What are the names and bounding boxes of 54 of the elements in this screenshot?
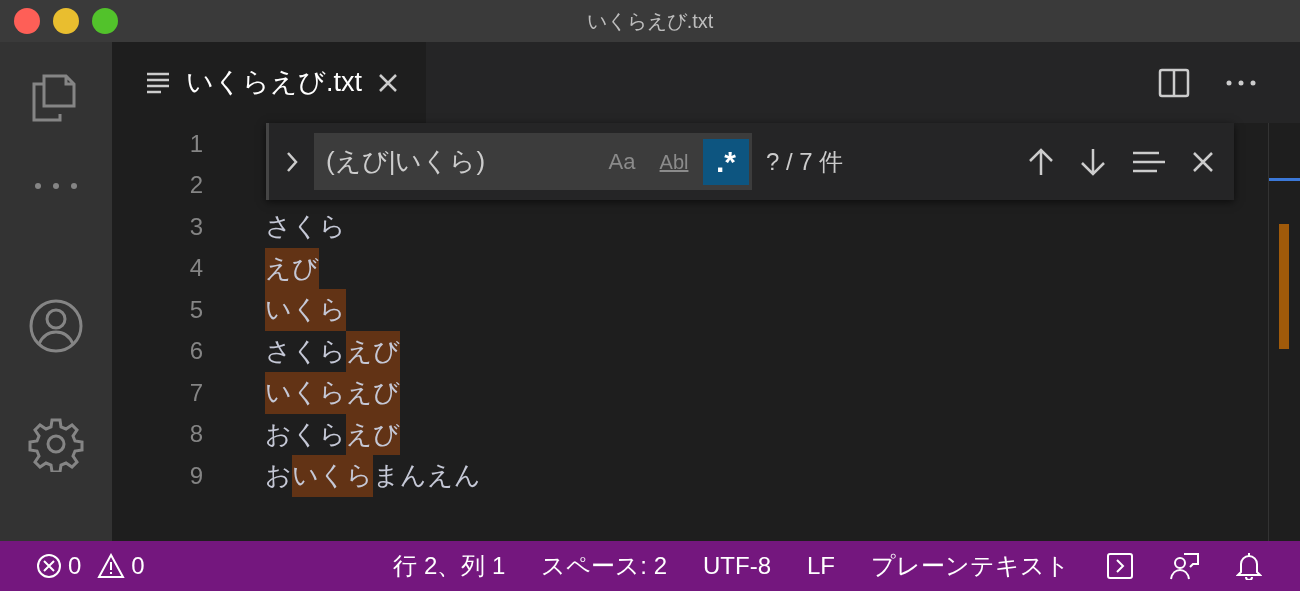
- warning-count: 0: [131, 551, 145, 581]
- match-highlight: えび: [265, 247, 319, 289]
- arrow-down-icon[interactable]: [1080, 147, 1106, 176]
- close-window-button[interactable]: [14, 8, 40, 34]
- line-number: 1: [188, 128, 203, 159]
- code-text: お: [265, 459, 292, 493]
- match-highlight: えび: [346, 413, 400, 455]
- line-number: 6: [188, 336, 203, 367]
- line-number: 9: [188, 460, 203, 491]
- match-highlight: えび: [346, 330, 400, 372]
- code-text: さくら: [265, 210, 346, 244]
- split-editor-icon[interactable]: [1158, 67, 1190, 98]
- line-number: 8: [188, 419, 203, 450]
- settings-icon[interactable]: [28, 416, 84, 472]
- status-item[interactable]: スペース: 2: [541, 548, 667, 584]
- code-text: おくら: [265, 417, 346, 451]
- text-file-icon: [146, 71, 170, 94]
- line-number: 5: [188, 294, 203, 325]
- tab-label: いくらえび.txt: [186, 66, 362, 100]
- code-text: まんえん: [373, 459, 481, 493]
- close-icon[interactable]: [378, 72, 398, 93]
- bell-icon[interactable]: [1236, 552, 1262, 580]
- match-count: ? / 7 件: [766, 146, 844, 177]
- match-highlight: いくら: [265, 289, 346, 331]
- status-item[interactable]: プレーンテキスト: [871, 548, 1070, 584]
- regex-button[interactable]: .*: [703, 138, 749, 185]
- error-icon: [36, 553, 62, 579]
- code-text: さくら: [265, 334, 346, 368]
- arrow-up-icon[interactable]: [1028, 147, 1054, 176]
- zoom-window-button[interactable]: [92, 8, 118, 34]
- more-icon[interactable]: [34, 182, 78, 190]
- terminal-icon[interactable]: [1106, 552, 1134, 580]
- line-number: 4: [188, 253, 203, 284]
- line-number: 2: [188, 170, 203, 201]
- status-item[interactable]: 行 2、列 1: [393, 548, 506, 584]
- more-actions-icon[interactable]: [1226, 79, 1256, 86]
- line-number: 7: [188, 377, 203, 408]
- error-count: 0: [68, 551, 82, 581]
- status-item[interactable]: LF: [807, 548, 835, 584]
- find-in-selection-icon[interactable]: [1132, 150, 1166, 173]
- window-title: いくらえび.txt: [586, 9, 714, 34]
- feedback-icon[interactable]: [1170, 552, 1200, 580]
- warning-icon: [97, 553, 126, 579]
- line-number: 3: [188, 211, 203, 242]
- cursor-marker: [1269, 178, 1300, 181]
- minimize-window-button[interactable]: [53, 8, 79, 34]
- match-highlight: いくらえび: [265, 372, 400, 414]
- match-highlight: いくら: [292, 455, 373, 497]
- close-icon[interactable]: [1192, 150, 1214, 173]
- chevron-right-icon: [285, 150, 298, 173]
- find-input[interactable]: (えび|いくら) Aa Abl .*: [314, 133, 752, 190]
- account-icon[interactable]: [28, 298, 84, 354]
- status-item[interactable]: UTF-8: [703, 548, 771, 584]
- editor-tab[interactable]: いくらえび.txt: [112, 42, 426, 123]
